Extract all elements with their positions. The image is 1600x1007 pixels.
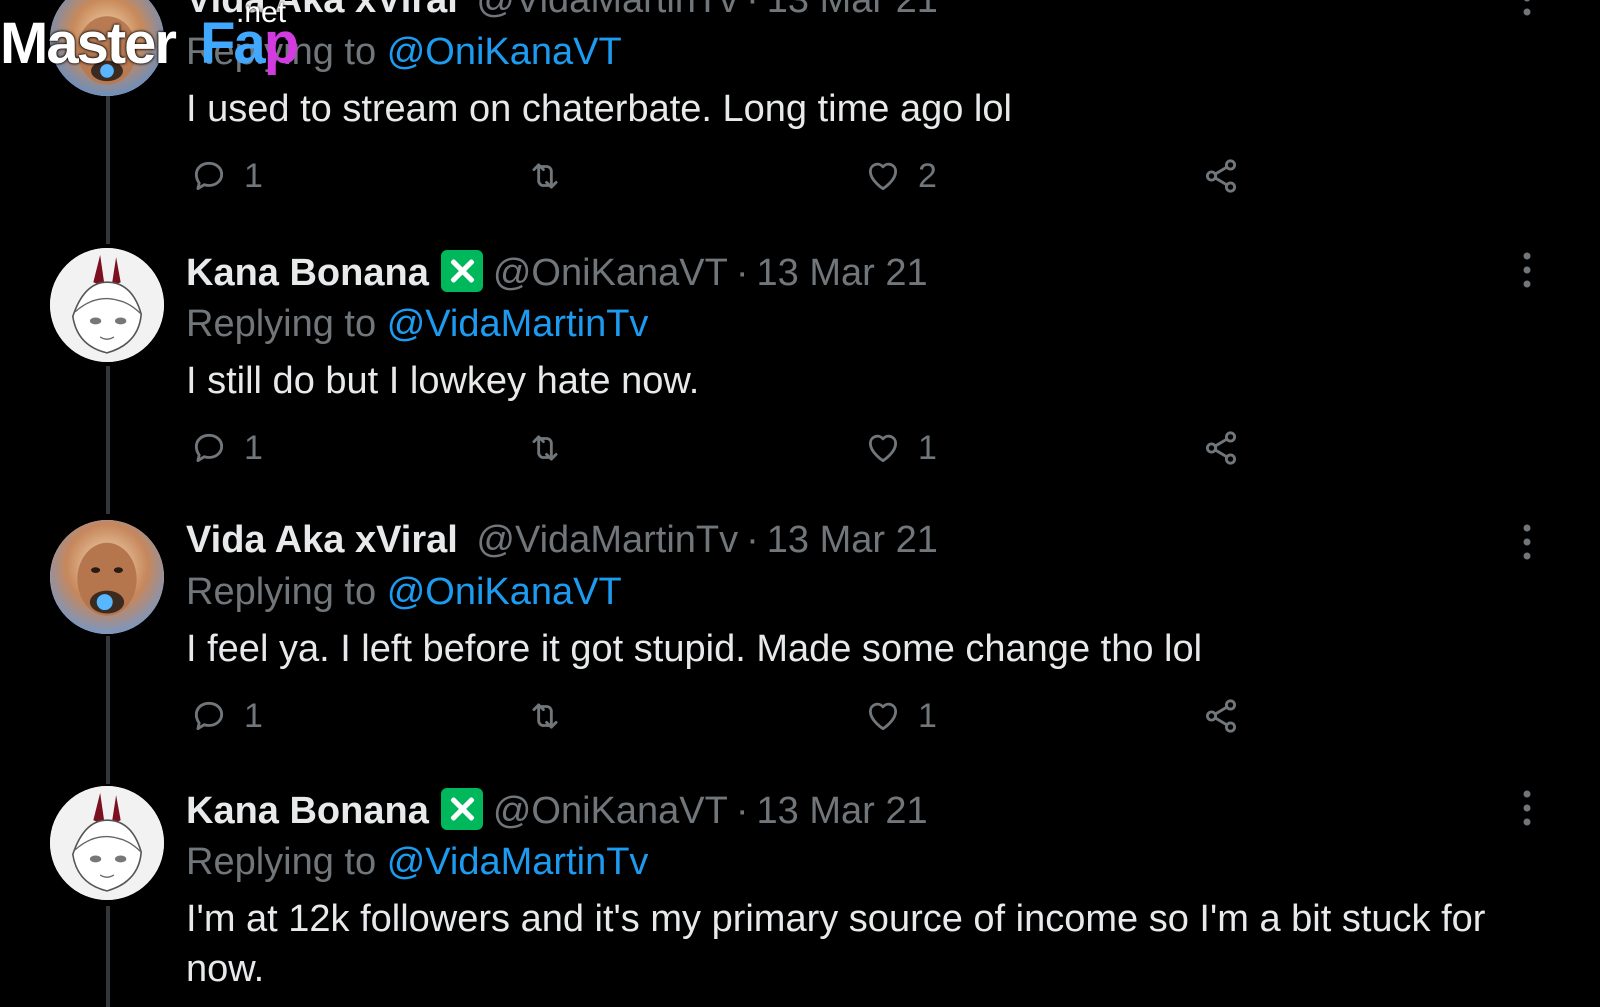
mention-link[interactable]: @VidaMartinTv — [387, 841, 649, 883]
more-options-button[interactable] — [1512, 788, 1542, 828]
tweet-text: I used to stream on chaterbate. Long tim… — [186, 88, 1012, 130]
replying-to: Replying to @OniKanaVT — [186, 570, 622, 614]
like-count: 1 — [918, 696, 937, 735]
action-bar: 1 1 — [186, 426, 1266, 470]
like-count: 2 — [918, 156, 937, 195]
replying-prefix: Replying to — [186, 31, 377, 73]
share-icon — [1205, 431, 1237, 465]
reply-button[interactable]: 1 — [190, 426, 263, 470]
action-bar: 1 2 — [186, 154, 1266, 198]
avatar[interactable] — [50, 248, 164, 362]
display-name[interactable]: Kana Bonana — [186, 252, 429, 294]
replying-to: Replying to @OniKanaVT — [186, 30, 622, 74]
retweet-icon — [532, 435, 558, 461]
more-icon — [1523, 790, 1531, 826]
tweet-text: I still do but I lowkey hate now. — [186, 360, 700, 402]
avatar[interactable] — [50, 0, 164, 96]
separator-dot: · — [735, 252, 749, 294]
timestamp[interactable]: 13 Mar 21 — [767, 519, 938, 561]
avatar[interactable] — [50, 520, 164, 634]
more-icon — [1523, 0, 1531, 16]
share-icon — [1205, 159, 1237, 193]
reply-count: 1 — [244, 696, 263, 735]
thread-line — [106, 906, 110, 1007]
share-button[interactable] — [1202, 426, 1240, 470]
handle[interactable]: @OniKanaVT — [493, 790, 728, 832]
like-button[interactable]: 1 — [864, 426, 937, 470]
reply-icon — [194, 701, 224, 731]
avatar-image — [50, 786, 164, 900]
thread-line — [106, 366, 110, 514]
thread-line — [106, 96, 110, 244]
avatar-image — [50, 520, 164, 634]
thread-line — [106, 636, 110, 784]
timestamp[interactable]: 13 Mar 21 — [757, 252, 928, 294]
tweet-header: Vida Aka xViral @VidaMartinTv · 13 Mar 21 — [186, 0, 938, 22]
mention-link[interactable]: @OniKanaVT — [387, 571, 622, 613]
separator-dot: · — [735, 790, 749, 832]
more-options-button[interactable] — [1512, 250, 1542, 290]
timestamp[interactable]: 13 Mar 21 — [757, 790, 928, 832]
reply-button[interactable]: 1 — [190, 154, 263, 198]
mention-link[interactable]: @VidaMartinTv — [387, 303, 649, 345]
tweet-header: Kana Bonana @OniKanaVT · 13 Mar 21 — [186, 250, 928, 295]
mention-link[interactable]: @OniKanaVT — [387, 31, 622, 73]
share-button[interactable] — [1202, 154, 1240, 198]
like-button[interactable]: 2 — [864, 154, 937, 198]
like-count: 1 — [918, 428, 937, 467]
avatar-image — [50, 0, 164, 96]
action-bar: 1 1 — [186, 694, 1266, 738]
retweet-icon — [532, 163, 558, 189]
reply-icon — [194, 161, 224, 191]
avatar[interactable] — [50, 786, 164, 900]
tweet-text: I'm at 12k followers and it's my primary… — [186, 898, 1486, 990]
more-icon — [1523, 524, 1531, 560]
handle[interactable]: @VidaMartinTv — [476, 0, 738, 21]
separator-dot: · — [746, 519, 759, 561]
more-icon — [1523, 252, 1531, 288]
heart-icon — [868, 162, 898, 191]
share-button[interactable] — [1202, 694, 1240, 738]
heart-icon — [868, 702, 898, 731]
replying-prefix: Replying to — [186, 571, 377, 613]
reply-count: 1 — [244, 156, 263, 195]
share-icon — [1205, 699, 1237, 733]
more-options-button[interactable] — [1512, 0, 1542, 18]
like-button[interactable]: 1 — [864, 694, 937, 738]
verified-badge-icon — [440, 250, 483, 292]
replying-prefix: Replying to — [186, 303, 377, 345]
replying-to: Replying to @VidaMartinTv — [186, 840, 648, 884]
handle[interactable]: @OniKanaVT — [493, 252, 728, 294]
tweet-header: Vida Aka xViral @VidaMartinTv · 13 Mar 21 — [186, 518, 938, 562]
display-name[interactable]: Vida Aka xViral — [186, 519, 458, 561]
replying-prefix: Replying to — [186, 841, 377, 883]
timestamp[interactable]: 13 Mar 21 — [767, 0, 938, 21]
tweet-text: I feel ya. I left before it got stupid. … — [186, 628, 1203, 670]
heart-icon — [868, 434, 898, 463]
tweet-header: Kana Bonana @OniKanaVT · 13 Mar 21 — [186, 788, 928, 833]
replying-to: Replying to @VidaMartinTv — [186, 302, 648, 346]
display-name[interactable]: Kana Bonana — [186, 790, 429, 832]
more-options-button[interactable] — [1512, 522, 1542, 562]
separator-dot: · — [746, 0, 759, 21]
handle[interactable]: @VidaMartinTv — [476, 519, 738, 561]
reply-count: 1 — [244, 428, 263, 467]
retweet-icon — [532, 703, 558, 729]
verified-badge-icon — [440, 788, 483, 830]
reply-icon — [194, 433, 224, 463]
display-name[interactable]: Vida Aka xViral — [186, 0, 458, 21]
retweet-button[interactable] — [526, 426, 580, 470]
retweet-button[interactable] — [526, 694, 580, 738]
reply-button[interactable]: 1 — [190, 694, 263, 738]
retweet-button[interactable] — [526, 154, 580, 198]
avatar-image — [50, 248, 164, 362]
